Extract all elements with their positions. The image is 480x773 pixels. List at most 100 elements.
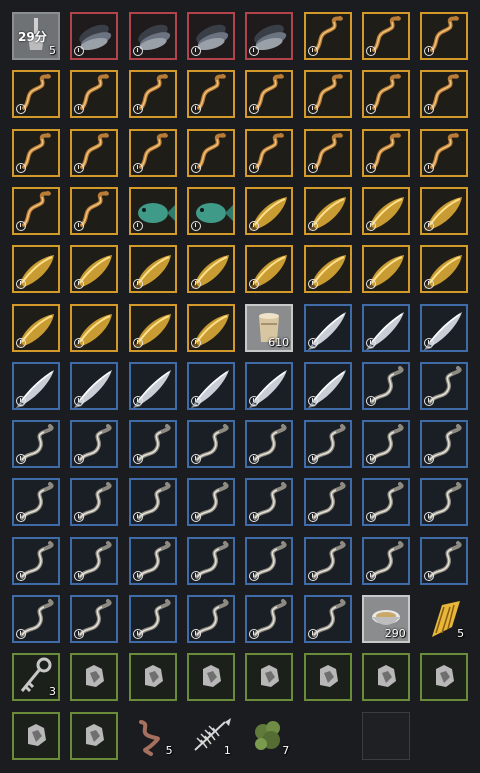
inventory-slot[interactable] <box>361 653 410 702</box>
inventory-slot[interactable] <box>420 186 469 235</box>
inventory-slot[interactable] <box>245 361 294 410</box>
inventory-slot[interactable] <box>420 536 469 585</box>
inventory-slot[interactable] <box>186 361 235 410</box>
inventory-slot[interactable] <box>128 478 177 527</box>
inventory-slot[interactable] <box>361 70 410 119</box>
inventory-slot[interactable] <box>70 245 119 294</box>
inventory-slot[interactable] <box>128 536 177 585</box>
inventory-slot[interactable] <box>420 361 469 410</box>
inventory-slot[interactable] <box>186 303 235 352</box>
inventory-slot[interactable] <box>361 361 410 410</box>
inventory-slot[interactable] <box>70 536 119 585</box>
inventory-slot[interactable] <box>186 186 235 235</box>
inventory-slot[interactable] <box>303 186 352 235</box>
inventory-slot[interactable] <box>12 478 60 527</box>
inventory-slot[interactable]: 610 <box>245 303 294 352</box>
inventory-slot[interactable] <box>420 245 469 294</box>
inventory-slot[interactable] <box>303 12 352 60</box>
inventory-slot[interactable] <box>12 595 60 643</box>
inventory-slot[interactable] <box>420 420 469 469</box>
empty-inventory-slot[interactable] <box>361 711 410 760</box>
inventory-slot[interactable] <box>12 70 60 119</box>
inventory-slot[interactable] <box>420 303 469 352</box>
inventory-slot[interactable] <box>70 303 119 352</box>
inventory-slot[interactable] <box>186 70 235 119</box>
empty-inventory-slot[interactable] <box>420 712 468 760</box>
inventory-slot[interactable] <box>186 478 235 527</box>
inventory-slot[interactable] <box>420 478 469 527</box>
inventory-slot[interactable] <box>12 361 60 410</box>
inventory-slot[interactable]: 5 <box>420 595 468 643</box>
inventory-slot[interactable] <box>303 653 352 702</box>
inventory-slot[interactable] <box>186 653 235 702</box>
inventory-slot[interactable]: 3 <box>12 653 60 702</box>
inventory-slot[interactable] <box>12 186 60 235</box>
inventory-slot[interactable] <box>245 245 294 294</box>
inventory-slot[interactable]: 1 <box>187 712 235 760</box>
inventory-slot[interactable] <box>186 420 235 469</box>
inventory-slot[interactable] <box>12 128 60 177</box>
inventory-slot[interactable] <box>245 536 294 585</box>
inventory-slot[interactable] <box>245 478 294 527</box>
inventory-slot[interactable] <box>70 653 119 702</box>
inventory-slot[interactable] <box>70 711 119 760</box>
inventory-slot[interactable] <box>420 128 469 177</box>
inventory-slot[interactable] <box>12 711 60 760</box>
inventory-slot[interactable] <box>303 595 352 643</box>
inventory-slot[interactable] <box>303 70 352 119</box>
inventory-slot[interactable] <box>245 420 294 469</box>
inventory-slot[interactable] <box>245 653 294 702</box>
inventory-slot[interactable]: 5 <box>129 712 177 760</box>
inventory-slot[interactable] <box>70 70 119 119</box>
inventory-slot[interactable] <box>70 12 119 60</box>
inventory-slot[interactable] <box>128 653 177 702</box>
inventory-slot[interactable] <box>361 186 410 235</box>
inventory-slot[interactable] <box>128 595 177 643</box>
inventory-slot[interactable] <box>361 303 410 352</box>
inventory-slot[interactable] <box>186 12 235 60</box>
inventory-slot[interactable] <box>420 70 469 119</box>
inventory-slot[interactable] <box>361 478 410 527</box>
inventory-slot[interactable] <box>361 420 410 469</box>
inventory-slot[interactable] <box>128 12 177 60</box>
inventory-slot[interactable] <box>70 128 119 177</box>
inventory-slot[interactable] <box>303 361 352 410</box>
inventory-slot[interactable] <box>303 128 352 177</box>
inventory-slot[interactable] <box>245 128 294 177</box>
inventory-slot[interactable]: 290 <box>361 595 410 643</box>
inventory-slot[interactable] <box>245 595 294 643</box>
inventory-slot[interactable] <box>128 70 177 119</box>
inventory-slot[interactable] <box>12 536 60 585</box>
inventory-slot[interactable] <box>128 245 177 294</box>
inventory-slot[interactable] <box>128 361 177 410</box>
inventory-slot[interactable] <box>70 478 119 527</box>
inventory-slot[interactable] <box>12 303 60 352</box>
inventory-slot[interactable] <box>128 186 177 235</box>
inventory-slot[interactable] <box>70 420 119 469</box>
inventory-slot[interactable] <box>303 303 352 352</box>
inventory-slot[interactable] <box>12 245 60 294</box>
inventory-slot[interactable] <box>361 128 410 177</box>
inventory-slot[interactable] <box>361 12 410 60</box>
inventory-slot[interactable] <box>245 70 294 119</box>
inventory-slot[interactable]: 7 <box>245 712 293 760</box>
inventory-slot[interactable] <box>186 536 235 585</box>
inventory-slot[interactable]: 29分 5 <box>12 12 60 60</box>
inventory-slot[interactable] <box>303 245 352 294</box>
inventory-slot[interactable] <box>361 536 410 585</box>
inventory-slot[interactable] <box>303 420 352 469</box>
inventory-slot[interactable] <box>186 128 235 177</box>
inventory-slot[interactable] <box>70 186 119 235</box>
inventory-slot[interactable] <box>128 420 177 469</box>
inventory-slot[interactable] <box>128 303 177 352</box>
inventory-slot[interactable] <box>420 12 469 60</box>
empty-inventory-slot[interactable] <box>304 712 352 760</box>
inventory-slot[interactable] <box>12 420 60 469</box>
inventory-slot[interactable] <box>245 12 294 60</box>
inventory-slot[interactable] <box>303 478 352 527</box>
inventory-slot[interactable] <box>245 186 294 235</box>
inventory-slot[interactable] <box>420 653 469 702</box>
inventory-slot[interactable] <box>128 128 177 177</box>
inventory-slot[interactable] <box>70 361 119 410</box>
inventory-slot[interactable] <box>186 595 235 643</box>
